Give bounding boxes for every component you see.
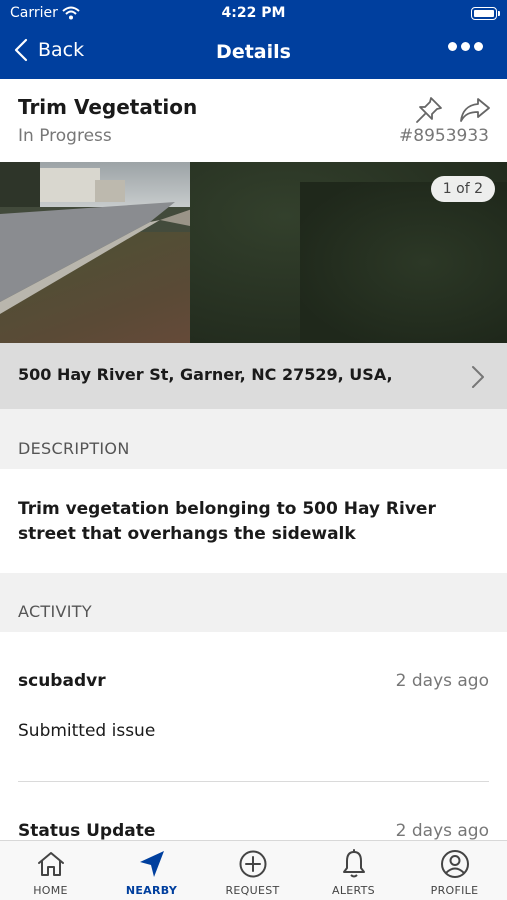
photo-hedge-2: [300, 182, 507, 343]
home-icon: [38, 852, 64, 876]
share-icon[interactable]: [459, 96, 491, 128]
activity-user: scubadvr: [18, 671, 106, 691]
issue-header: Trim Vegetation In Progress #8953933: [0, 79, 507, 162]
issue-number: #8953933: [399, 126, 489, 146]
activity-list: scubadvr 2 days ago Submitted issue Stat…: [0, 632, 507, 840]
user-circle-icon: [441, 850, 469, 878]
activity-divider: [18, 781, 489, 782]
tab-bar: HOME NEARBY REQUEST ALERTS PROFILE: [0, 840, 507, 900]
clock: 4:22 PM: [221, 5, 286, 21]
plus-circle-icon: [239, 850, 267, 878]
photo-counter-badge: 1 of 2: [430, 176, 495, 202]
issue-photo[interactable]: 1 of 2: [0, 162, 507, 343]
description-section-header: DESCRIPTION: [0, 409, 507, 469]
tab-nearby[interactable]: NEARBY: [101, 841, 202, 900]
activity-user: Status Update: [18, 821, 156, 840]
description-header: DESCRIPTION: [18, 439, 130, 458]
tab-label: ALERTS: [332, 884, 375, 897]
activity-section-header: ACTIVITY: [0, 573, 507, 632]
tab-home[interactable]: HOME: [0, 841, 101, 900]
chevron-right-icon: [472, 366, 484, 388]
tab-label: HOME: [33, 884, 68, 897]
description-text: Trim vegetation belonging to 500 Hay Riv…: [18, 499, 436, 544]
address-text: 500 Hay River St, Garner, NC 27529, USA,: [18, 365, 393, 384]
battery-icon: [471, 7, 497, 20]
tab-label: REQUEST: [225, 884, 280, 897]
issue-title: Trim Vegetation: [18, 95, 198, 119]
tab-request[interactable]: REQUEST: [202, 841, 303, 900]
tab-alerts[interactable]: ALERTS: [303, 841, 404, 900]
location-arrow-icon: [140, 851, 164, 877]
activity-message: Submitted issue: [18, 721, 156, 741]
tab-label: PROFILE: [430, 884, 479, 897]
navigation-bar: Back Details: [0, 28, 507, 79]
pin-icon[interactable]: [414, 95, 444, 129]
status-bar: Carrier 4:22 PM: [0, 0, 507, 28]
issue-status: In Progress: [18, 126, 112, 146]
activity-time: 2 days ago: [395, 671, 489, 691]
tab-label: NEARBY: [125, 884, 178, 897]
bell-icon: [343, 849, 365, 878]
battery-cap: [498, 11, 500, 16]
activity-header: ACTIVITY: [18, 602, 92, 621]
more-options-icon[interactable]: [448, 42, 483, 51]
page-title: Details: [216, 41, 291, 63]
description-body: Trim vegetation belonging to 500 Hay Riv…: [0, 469, 507, 573]
address-row[interactable]: 500 Hay River St, Garner, NC 27529, USA,: [0, 343, 507, 409]
tab-profile[interactable]: PROFILE: [404, 841, 505, 900]
activity-time: 2 days ago: [395, 821, 489, 840]
